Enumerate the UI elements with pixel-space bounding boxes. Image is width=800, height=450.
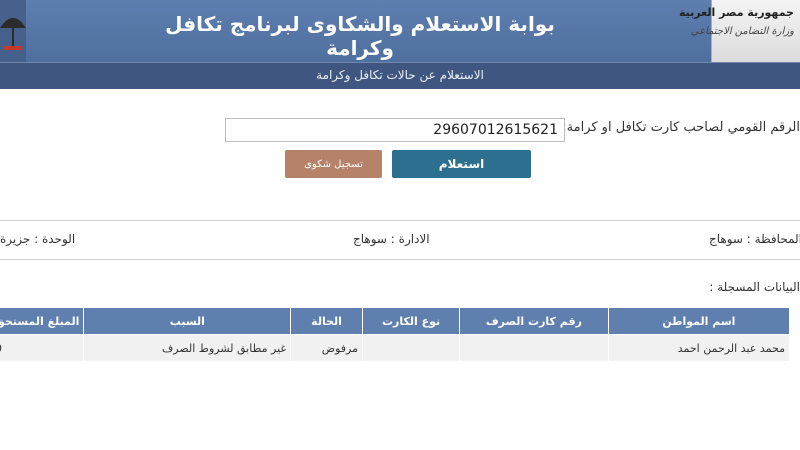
- col-header-card-number: رقم كارت الصرف: [459, 307, 609, 335]
- cell-card-type: [361, 334, 461, 362]
- cell-reason: غير مطابق لشروط الصرف: [83, 334, 292, 362]
- org-line-1: جمهورية مصر العربية: [679, 6, 794, 19]
- cell-status: مرفوض: [290, 334, 363, 362]
- table-row: محمد عبد الرحمن احمد مرفوض غير مطابق لشر…: [0, 334, 791, 362]
- umbrella-logo-icon: [0, 18, 26, 50]
- national-id-label: الرقم القومي لصاحب كارت تكافل او كرامة:: [562, 120, 800, 135]
- col-header-status: الحالة: [290, 307, 363, 335]
- app-header: بوابة الاستعلام والشكاوى لبرنامج تكافل و…: [0, 0, 800, 62]
- col-header-reason: السبب: [83, 307, 292, 335]
- administration-info: الادارة : سوهاج: [353, 232, 430, 246]
- table-header-row: اسم المواطن رقم كارت الصرف نوع الكارت ال…: [0, 307, 791, 335]
- governorate-info: المحافظة : سوهاج: [709, 232, 800, 246]
- col-header-name: اسم المواطن: [607, 307, 791, 335]
- results-table: اسم المواطن رقم كارت الصرف نوع الكارت ال…: [0, 307, 791, 362]
- page-title: بوابة الاستعلام والشكاوى لبرنامج تكافل و…: [165, 12, 555, 60]
- subnav-title[interactable]: الاستعلام عن حالات تكافل وكرامة: [260, 68, 540, 82]
- col-header-amount: المبلغ المستحق: [0, 307, 85, 335]
- ministry-logo: جمهورية مصر العربية وزارة التضامن الاجتم…: [679, 0, 800, 62]
- cell-amount: 0: [0, 334, 85, 362]
- location-info-box: المحافظة : سوهاج الادارة : سوهاج الوحدة …: [0, 220, 800, 260]
- results-section-label: البيانات المسجلة :: [709, 280, 800, 294]
- register-complaint-button[interactable]: تسجيل شكوى: [285, 150, 382, 178]
- cell-card-number: [459, 334, 609, 362]
- cell-name: محمد عبد الرحمن احمد: [607, 334, 791, 362]
- sub-navigation-bar: الاستعلام عن حالات تكافل وكرامة: [0, 62, 800, 89]
- col-header-card-type: نوع الكارت: [361, 307, 461, 335]
- national-id-input[interactable]: [225, 118, 565, 142]
- unit-info: الوحدة : جزيرة: [0, 232, 76, 246]
- inquiry-button[interactable]: استعلام: [392, 150, 531, 178]
- org-line-2: وزارة التضامن الاجتماعي: [690, 26, 794, 37]
- program-logo: [0, 0, 26, 62]
